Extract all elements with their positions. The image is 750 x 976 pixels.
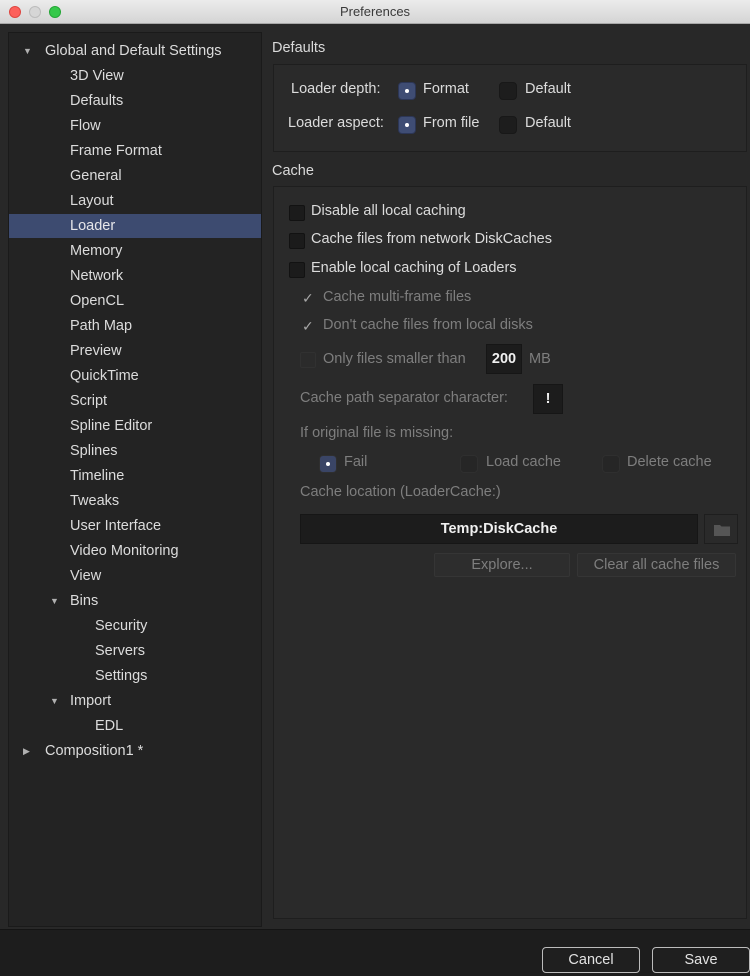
tree-item-opencl[interactable]: OpenCL <box>9 289 261 313</box>
missing-file-label: If original file is missing: <box>300 425 454 441</box>
defaults-heading: Defaults <box>272 40 326 56</box>
loader-aspect-label: Loader aspect: <box>288 115 384 131</box>
tree-item-loader[interactable]: Loader <box>9 214 261 238</box>
only-smaller-checkbox[interactable] <box>300 352 316 368</box>
tree-item-quicktime[interactable]: QuickTime <box>9 364 261 388</box>
tree-item-composition1[interactable]: ▶ Composition1 * <box>9 739 261 763</box>
tree-item-servers[interactable]: Servers <box>9 639 261 663</box>
dialog-footer: Cancel Save <box>0 929 750 976</box>
cache-multi-frame-label[interactable]: Cache multi-frame files <box>323 289 471 305</box>
preferences-tree[interactable]: ▼ Global and Default Settings 3D View De… <box>8 32 262 927</box>
loader-aspect-from-file-label[interactable]: From file <box>423 115 479 131</box>
cancel-button[interactable]: Cancel <box>542 947 640 973</box>
tree-item-memory[interactable]: Memory <box>9 239 261 263</box>
tree-item-network[interactable]: Network <box>9 264 261 288</box>
missing-fail-radio[interactable] <box>319 455 337 473</box>
tree-item-frame-format[interactable]: Frame Format <box>9 139 261 163</box>
defaults-group <box>273 64 747 152</box>
loader-depth-default-label[interactable]: Default <box>525 81 571 97</box>
tree-item-general[interactable]: General <box>9 164 261 188</box>
loader-depth-format-label[interactable]: Format <box>423 81 469 97</box>
cache-location-label: Cache location (LoaderCache:) <box>300 484 501 500</box>
browse-folder-button[interactable] <box>704 514 738 544</box>
missing-load-cache-radio[interactable] <box>460 455 478 473</box>
tree-item-bins[interactable]: ▼ Bins <box>9 589 261 613</box>
size-unit-label: MB <box>529 351 551 367</box>
tree-item-path-map[interactable]: Path Map <box>9 314 261 338</box>
tree-item-settings[interactable]: Settings <box>9 664 261 688</box>
missing-load-cache-label[interactable]: Load cache <box>486 454 561 470</box>
network-diskcaches-checkbox[interactable] <box>289 233 305 249</box>
clear-cache-button[interactable]: Clear all cache files <box>577 553 736 577</box>
loader-aspect-default-radio[interactable] <box>499 116 517 134</box>
tree-item-defaults[interactable]: Defaults <box>9 89 261 113</box>
tree-item-preview[interactable]: Preview <box>9 339 261 363</box>
loader-aspect-from-file-radio[interactable] <box>398 116 416 134</box>
network-diskcaches-label[interactable]: Cache files from network DiskCaches <box>311 231 552 247</box>
loader-depth-format-radio[interactable] <box>398 82 416 100</box>
tree-item-tweaks[interactable]: Tweaks <box>9 489 261 513</box>
missing-delete-cache-radio[interactable] <box>602 455 620 473</box>
missing-fail-label[interactable]: Fail <box>344 454 367 470</box>
loader-aspect-default-label[interactable]: Default <box>525 115 571 131</box>
explore-button[interactable]: Explore... <box>434 553 570 577</box>
tree-item-user-interface[interactable]: User Interface <box>9 514 261 538</box>
tree-item-splines[interactable]: Splines <box>9 439 261 463</box>
tree-item-edl[interactable]: EDL <box>9 714 261 738</box>
chevron-down-icon[interactable]: ▼ <box>50 589 59 613</box>
save-button[interactable]: Save <box>652 947 750 973</box>
tree-item-3d-view[interactable]: 3D View <box>9 64 261 88</box>
window-title: Preferences <box>339 4 411 19</box>
folder-icon <box>714 525 730 536</box>
tree-item-timeline[interactable]: Timeline <box>9 464 261 488</box>
no-local-disks-label[interactable]: Don't cache files from local disks <box>323 317 533 333</box>
disable-local-caching-label[interactable]: Disable all local caching <box>311 203 466 219</box>
enable-loader-caching-label[interactable]: Enable local caching of Loaders <box>311 260 517 276</box>
tree-item-video-monitoring[interactable]: Video Monitoring <box>9 539 261 563</box>
tree-item-layout[interactable]: Layout <box>9 189 261 213</box>
tree-item-global-and-default-settings[interactable]: ▼ Global and Default Settings <box>9 39 261 63</box>
checkmark-icon[interactable]: ✓ <box>302 290 314 307</box>
size-limit-input[interactable]: 200 <box>486 344 522 374</box>
chevron-down-icon[interactable]: ▼ <box>23 39 32 63</box>
chevron-right-icon[interactable]: ▶ <box>23 739 30 763</box>
separator-label: Cache path separator character: <box>300 390 508 406</box>
checkmark-icon[interactable]: ✓ <box>302 318 314 335</box>
tree-item-flow[interactable]: Flow <box>9 114 261 138</box>
tree-item-security[interactable]: Security <box>9 614 261 638</box>
separator-input[interactable]: ! <box>533 384 563 414</box>
chevron-down-icon[interactable]: ▼ <box>50 689 59 713</box>
cache-location-input[interactable]: Temp:DiskCache <box>300 514 698 544</box>
title-bar: Preferences <box>0 0 750 24</box>
tree-item-view[interactable]: View <box>9 564 261 588</box>
loader-depth-default-radio[interactable] <box>499 82 517 100</box>
cache-heading: Cache <box>272 163 314 179</box>
only-smaller-label[interactable]: Only files smaller than <box>323 351 466 367</box>
enable-loader-caching-checkbox[interactable] <box>289 262 305 278</box>
tree-item-script[interactable]: Script <box>9 389 261 413</box>
loader-depth-label: Loader depth: <box>291 81 381 97</box>
tree-item-spline-editor[interactable]: Spline Editor <box>9 414 261 438</box>
missing-delete-cache-label[interactable]: Delete cache <box>627 454 712 470</box>
disable-local-caching-checkbox[interactable] <box>289 205 305 221</box>
tree-item-import[interactable]: ▼ Import <box>9 689 261 713</box>
